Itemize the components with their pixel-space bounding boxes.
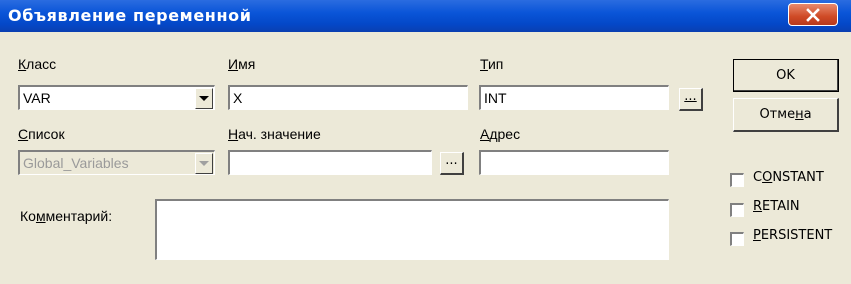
comment-label: Комментарий: [20, 208, 113, 224]
class-dropdown-button[interactable] [195, 88, 213, 109]
name-label: Имя [228, 56, 256, 72]
address-input[interactable] [479, 150, 669, 175]
constant-label: CONSTANT [753, 170, 824, 185]
name-input[interactable]: X [228, 85, 468, 110]
close-icon [806, 7, 820, 22]
persistent-checkbox[interactable] [730, 232, 744, 246]
list-select: Global_Variables [18, 150, 215, 175]
cancel-button[interactable]: Отме н а [733, 98, 839, 132]
class-value: VAR [23, 90, 51, 106]
chevron-down-icon [199, 96, 209, 101]
constant-checkbox[interactable] [730, 173, 744, 187]
type-label: Тип [480, 56, 504, 72]
initial-value-browse-button[interactable]: ... [440, 152, 464, 175]
close-button[interactable] [788, 3, 838, 26]
type-input[interactable]: INT [479, 85, 669, 110]
comment-input[interactable] [155, 199, 669, 260]
initial-value-label: Нач. значение [228, 126, 321, 142]
list-label: Список [18, 126, 65, 142]
initial-value-input[interactable] [228, 150, 432, 175]
dialog-body: Класс Имя Тип VAR X INT ... Список Нач. … [0, 32, 851, 284]
class-label: Класс [18, 56, 57, 72]
retain-label: RETAIN [753, 199, 800, 214]
ok-button[interactable]: OK [733, 59, 839, 92]
class-select[interactable]: VAR [18, 85, 215, 110]
chevron-down-icon [199, 161, 209, 166]
list-value: Global_Variables [23, 155, 129, 171]
window-title: Объявление переменной [8, 6, 252, 25]
retain-checkbox[interactable] [730, 203, 744, 217]
type-browse-button[interactable]: ... [679, 88, 703, 111]
address-label: Адрес [480, 126, 521, 142]
title-bar[interactable]: Объявление переменной [0, 0, 851, 32]
persistent-label: PERSISTENT [753, 228, 833, 243]
list-dropdown-button [195, 153, 213, 174]
